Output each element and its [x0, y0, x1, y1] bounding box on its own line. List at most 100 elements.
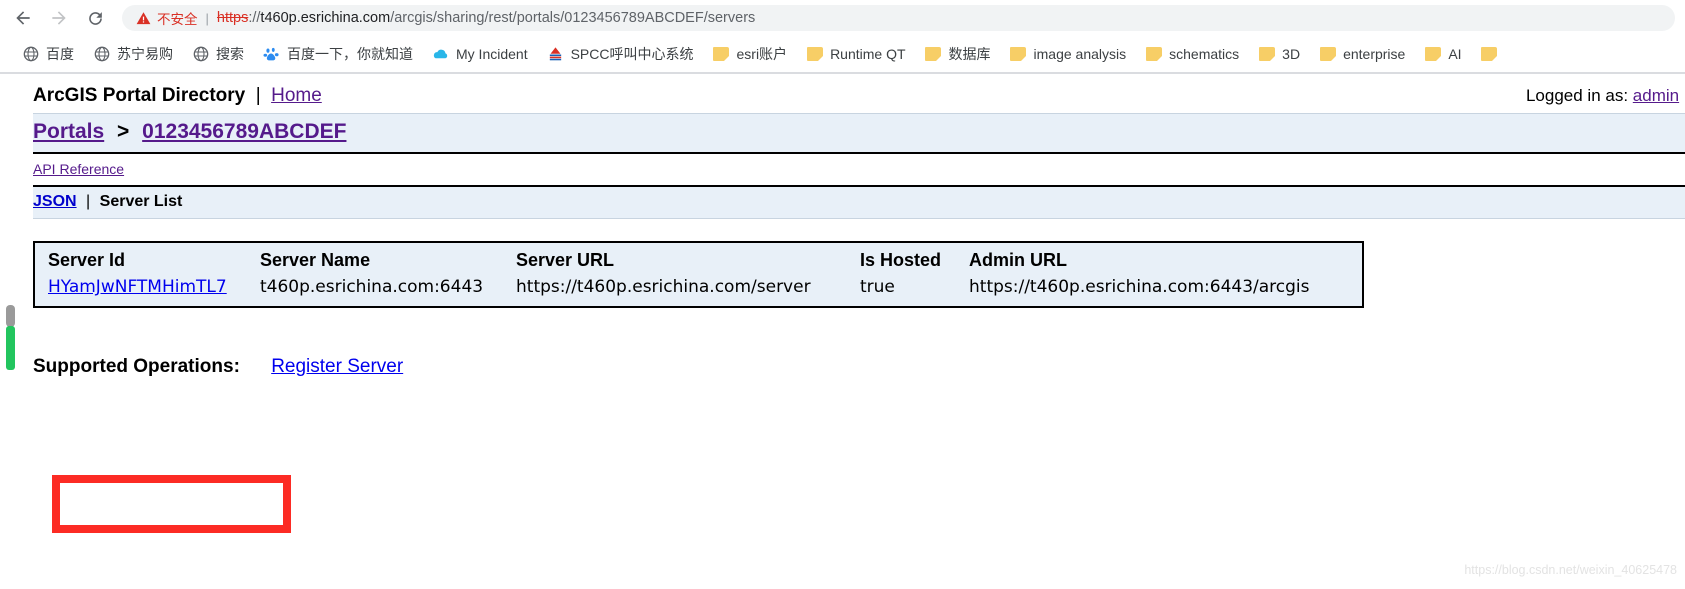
server-list-table: Server Id Server Name Server URL Is Host… — [35, 243, 1362, 306]
back-arrow-icon — [13, 8, 33, 28]
content-wrapper: ArcGIS Portal Directory | Home Logged in… — [0, 74, 1685, 533]
bookmark-label: image analysis — [1033, 46, 1127, 62]
forward-button[interactable] — [42, 1, 76, 35]
bookmark-baidu-yixia[interactable]: 百度一下，你就知道 — [255, 41, 421, 67]
bookmark-database[interactable]: 数据库 — [917, 41, 999, 67]
bookmark-schematics[interactable]: schematics — [1137, 43, 1247, 66]
bookmark-esri-account[interactable]: esri账户 — [705, 41, 796, 67]
api-reference-band: API Reference — [33, 154, 1685, 187]
bookmark-label: schematics — [1169, 46, 1240, 62]
portal-header-left: ArcGIS Portal Directory | Home — [33, 85, 322, 107]
scroll-marker-gray — [6, 305, 15, 327]
folder-icon — [713, 46, 730, 63]
browser-chrome: 不安全 | https://t460p.esrichina.com/arcgis… — [0, 0, 1685, 74]
column-header-server-name: Server Name — [260, 250, 371, 270]
cloud-icon — [432, 46, 449, 63]
folder-icon — [1424, 46, 1441, 63]
url-path: /arcgis/sharing/rest/portals/0123456789A… — [390, 10, 756, 26]
globe-icon — [22, 46, 39, 63]
bookmark-overflow[interactable] — [1473, 43, 1513, 66]
resource-bar: JSON | Server List — [33, 187, 1685, 219]
supported-operations-label: Supported Operations: — [33, 356, 240, 377]
forward-arrow-icon — [49, 8, 69, 28]
supported-operations: Supported Operations: Register Server — [33, 356, 1685, 378]
bookmark-suning[interactable]: 苏宁易购 — [85, 41, 181, 67]
bookmarks-bar: 百度 苏宁易购 搜索 百度一下，你就知道 My Incident SPCC呼叫中… — [0, 36, 1685, 73]
folder-icon — [806, 46, 823, 63]
browser-toolbar: 不安全 | https://t460p.esrichina.com/arcgis… — [0, 0, 1685, 36]
globe-icon — [93, 46, 110, 63]
table-row: HYamJwNFTMHimTL7 t460p.esrichina.com:644… — [35, 275, 1362, 306]
url-host: t460p.esrichina.com — [260, 10, 391, 26]
folder-icon — [1258, 46, 1275, 63]
bookmark-label: esri账户 — [736, 46, 788, 62]
reload-button[interactable] — [78, 1, 112, 35]
insecure-label: 不安全 — [157, 12, 198, 27]
breadcrumb-band: Portals > 0123456789ABCDEF — [33, 114, 1685, 154]
portal-header: ArcGIS Portal Directory | Home Logged in… — [33, 74, 1685, 114]
bookmark-label: AI — [1448, 46, 1462, 62]
cell-admin-url: https://t460p.esrichina.com:6443/arcgis — [969, 277, 1310, 297]
bookmark-spcc[interactable]: SPCC呼叫中心系统 — [539, 41, 702, 67]
server-list-table-container: Server Id Server Name Server URL Is Host… — [33, 241, 1364, 533]
table-header-row: Server Id Server Name Server URL Is Host… — [35, 243, 1362, 275]
address-bar[interactable]: 不安全 | https://t460p.esrichina.com/arcgis… — [122, 5, 1675, 31]
bookmark-enterprise[interactable]: enterprise — [1311, 43, 1413, 66]
bookmark-label: 3D — [1282, 46, 1301, 62]
folder-icon — [1010, 46, 1027, 63]
folder-icon — [1145, 46, 1162, 63]
header-pipe: | — [255, 85, 261, 106]
logged-in-prefix: Logged in as: — [1525, 86, 1629, 105]
bookmark-label: Runtime QT — [830, 46, 906, 62]
bookmark-label: 百度 — [46, 46, 74, 62]
bookmark-ai[interactable]: AI — [1416, 43, 1469, 66]
cell-is-hosted: true — [860, 277, 895, 297]
bookmark-image-analysis[interactable]: image analysis — [1002, 43, 1135, 66]
resource-bar-line: JSON | Server List — [33, 193, 1685, 211]
scroll-marker-green — [6, 326, 15, 370]
folder-icon — [925, 46, 942, 63]
bookmark-3d[interactable]: 3D — [1250, 43, 1308, 66]
bookmark-label: My Incident — [456, 46, 528, 62]
url-text: https://t460p.esrichina.com/arcgis/shari… — [217, 10, 755, 26]
bookmark-label: 苏宁易购 — [117, 46, 173, 62]
resource-title: Server List — [99, 193, 183, 210]
warning-triangle-icon — [136, 11, 151, 26]
url-scheme: https — [216, 10, 249, 26]
page-title: ArcGIS Portal Directory — [33, 85, 246, 106]
bookmark-search[interactable]: 搜索 — [184, 41, 252, 67]
bookmark-label: 数据库 — [948, 46, 991, 62]
breadcrumb-portal-id-link[interactable]: 0123456789ABCDEF — [142, 120, 346, 143]
page-body: ArcGIS Portal Directory | Home Logged in… — [0, 74, 1685, 589]
column-header-is-hosted: Is Hosted — [860, 250, 942, 270]
column-header-server-id: Server Id — [48, 250, 126, 270]
spcc-icon — [547, 46, 564, 63]
cell-server-url: https://t460p.esrichina.com/server — [516, 277, 811, 297]
resource-bar-separator: | — [86, 193, 91, 210]
bookmark-label: enterprise — [1343, 46, 1406, 62]
bookmark-label: 百度一下，你就知道 — [287, 46, 413, 62]
breadcrumb: Portals > 0123456789ABCDEF — [33, 120, 1685, 144]
breadcrumb-portals-link[interactable]: Portals — [33, 120, 104, 143]
bookmark-my-incident[interactable]: My Incident — [424, 43, 536, 66]
server-id-link[interactable]: HYamJwNFTMHimTL7 — [48, 277, 227, 297]
folder-icon — [1319, 46, 1336, 63]
omnibox-separator: | — [205, 10, 209, 26]
home-link[interactable]: Home — [271, 85, 322, 106]
json-link[interactable]: JSON — [33, 193, 77, 210]
bookmark-label: SPCC呼叫中心系统 — [570, 46, 694, 62]
url-scheme-suffix: :// — [248, 10, 261, 26]
register-server-link[interactable]: Register Server — [271, 356, 403, 377]
api-reference-link[interactable]: API Reference — [33, 161, 124, 177]
bookmark-runtime-qt[interactable]: Runtime QT — [798, 43, 913, 66]
back-button[interactable] — [6, 1, 40, 35]
bookmark-label: 搜索 — [216, 46, 244, 62]
cell-server-id: HYamJwNFTMHimTL7 — [35, 275, 260, 306]
bookmark-baidu[interactable]: 百度 — [14, 41, 82, 67]
cell-server-name: t460p.esrichina.com:6443 — [260, 277, 484, 297]
watermark: https://blog.csdn.net/weixin_40625478 — [1464, 563, 1677, 577]
column-header-server-url: Server URL — [516, 250, 615, 270]
breadcrumb-separator: > — [117, 120, 130, 143]
current-user-link[interactable]: admin — [1633, 86, 1679, 105]
baidu-paw-icon — [263, 46, 280, 63]
